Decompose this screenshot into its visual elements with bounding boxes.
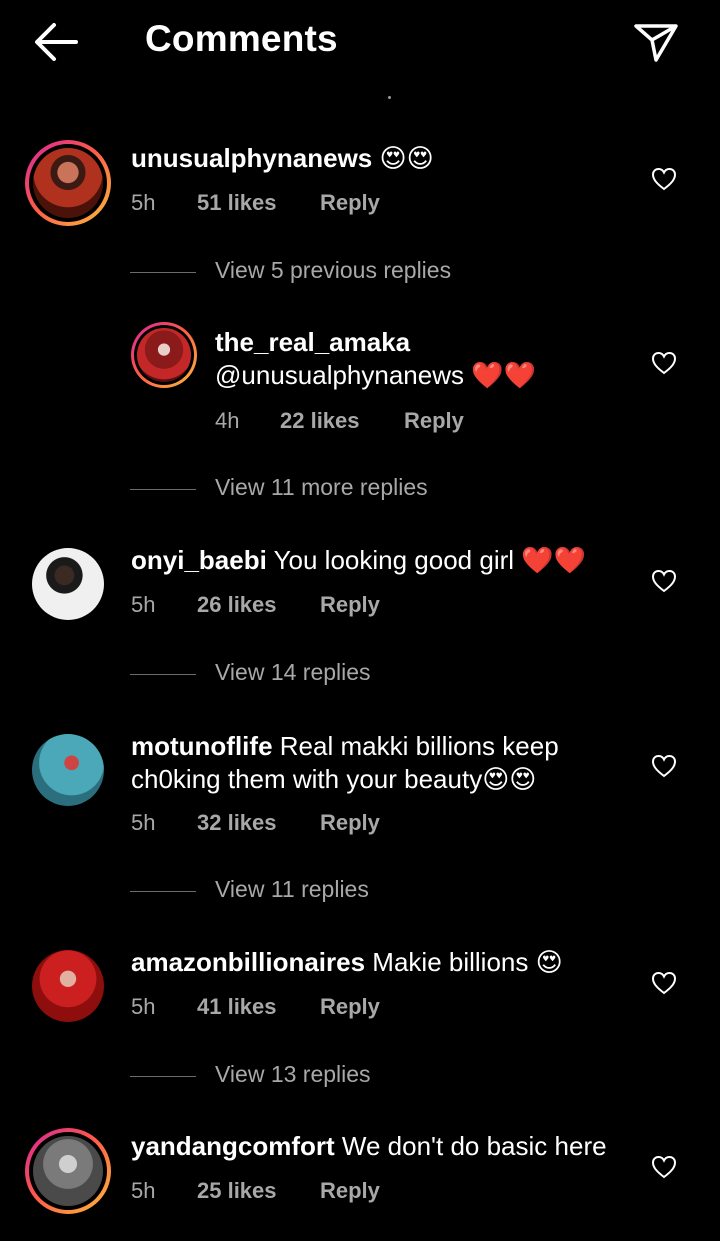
avatar[interactable]	[32, 734, 104, 806]
view-replies-link[interactable]: View 11 more replies	[215, 474, 428, 501]
comment-username[interactable]: amazonbillionaires	[131, 947, 365, 977]
send-paper-plane-icon[interactable]	[632, 20, 680, 64]
comment-time: 4h	[215, 408, 240, 433]
likes-count[interactable]: 22 likes	[280, 408, 360, 434]
comment-text: Makie billions 😍	[365, 947, 563, 977]
back-arrow-icon[interactable]	[30, 20, 82, 64]
heart-outline-icon[interactable]	[651, 1154, 677, 1180]
view-replies-link[interactable]: View 14 replies	[215, 659, 371, 686]
divider	[130, 891, 196, 892]
avatar[interactable]	[25, 1128, 111, 1214]
avatar[interactable]	[25, 140, 111, 226]
comment-time: 5h	[131, 994, 156, 1019]
comment-username[interactable]: unusualphynanews	[131, 143, 372, 173]
reply-button[interactable]: Reply	[404, 408, 464, 434]
reply-button[interactable]: Reply	[320, 810, 380, 836]
likes-count[interactable]: 25 likes	[197, 1178, 277, 1204]
page-title: Comments	[145, 18, 338, 59]
likes-count[interactable]: 32 likes	[197, 810, 277, 836]
comment-text: 😍😍	[372, 143, 434, 173]
heart-outline-icon[interactable]	[651, 166, 677, 192]
divider	[130, 1076, 196, 1077]
likes-count[interactable]: 51 likes	[197, 190, 277, 216]
comment-time: 5h	[131, 592, 156, 617]
reply-button[interactable]: Reply	[320, 1178, 380, 1204]
reply-button[interactable]: Reply	[320, 190, 380, 216]
avatar[interactable]	[32, 950, 104, 1022]
divider	[130, 674, 196, 675]
heart-outline-icon[interactable]	[651, 753, 677, 779]
comment-time: 5h	[131, 810, 156, 835]
comment-username[interactable]: motunoflife	[131, 731, 273, 761]
heart-outline-icon[interactable]	[651, 350, 677, 376]
view-replies-link[interactable]: View 11 replies	[215, 876, 369, 903]
comment-time: 5h	[131, 1178, 156, 1203]
likes-count[interactable]: 41 likes	[197, 994, 277, 1020]
header-bar: Comments	[0, 0, 720, 90]
comment-username[interactable]: yandangcomfort	[131, 1131, 335, 1161]
reply-button[interactable]: Reply	[320, 592, 380, 618]
avatar[interactable]	[32, 548, 104, 620]
view-replies-link[interactable]: View 5 previous replies	[215, 257, 451, 284]
comment-username[interactable]: onyi_baebi	[131, 545, 267, 575]
likes-count[interactable]: 26 likes	[197, 592, 277, 618]
view-replies-link[interactable]: View 13 replies	[215, 1061, 371, 1088]
comment-text: We don't do basic here	[334, 1131, 607, 1161]
comment-time: 5h	[131, 190, 156, 215]
divider	[130, 489, 196, 490]
comment-text: @unusualphynanews ❤️❤️	[215, 360, 536, 390]
scroll-dot	[388, 96, 391, 99]
comment-username[interactable]: the_real_amaka	[215, 327, 410, 357]
reply-button[interactable]: Reply	[320, 994, 380, 1020]
divider	[130, 272, 196, 273]
heart-outline-icon[interactable]	[651, 970, 677, 996]
heart-outline-icon[interactable]	[651, 568, 677, 594]
avatar[interactable]	[131, 322, 197, 388]
comment-text: You looking good girl ❤️❤️	[266, 545, 587, 575]
